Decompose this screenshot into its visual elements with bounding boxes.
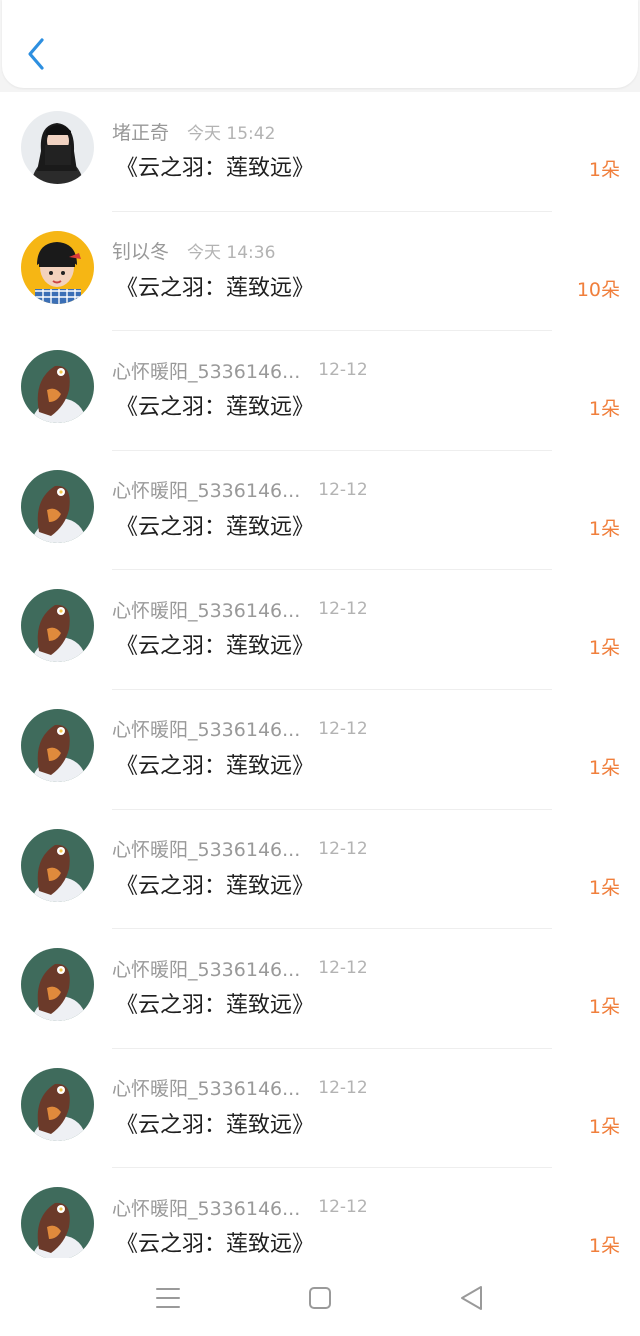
- user-name[interactable]: 心怀暖阳_5336146...: [112, 1074, 300, 1101]
- book-title: 《云之羽：莲致远》: [116, 514, 315, 540]
- book-title: 《云之羽：莲致远》: [116, 156, 315, 181]
- flower-count: 1朵: [588, 1235, 620, 1258]
- flower-count: 1朵: [588, 876, 620, 899]
- avatar-flower-girl-icon[interactable]: [21, 948, 94, 1022]
- list-item[interactable]: 心怀暖阳_5336146... 12-12 《云之羽：莲致远》 1朵: [0, 570, 640, 690]
- timestamp: 12-12: [318, 1197, 368, 1218]
- back-triangle-icon: [461, 1286, 482, 1310]
- book-title: 《云之羽：莲致远》: [116, 873, 315, 899]
- timestamp: 12-12: [318, 718, 368, 739]
- book-title: 《云之羽：莲致远》: [116, 1232, 315, 1258]
- user-name[interactable]: 心怀暖阳_5336146...: [112, 476, 300, 503]
- avatar-cartoon-icon[interactable]: [21, 230, 94, 304]
- timestamp: 12-12: [318, 479, 368, 500]
- list-item[interactable]: 心怀暖阳_5336146... 12-12 《云之羽：莲致远》 1朵: [0, 1049, 640, 1169]
- timestamp: 12-12: [318, 599, 368, 620]
- item-meta: 心怀暖阳_5336146... 12-12: [112, 477, 368, 503]
- home-button[interactable]: [304, 1282, 336, 1314]
- flower-count: 1朵: [588, 159, 620, 181]
- back-button[interactable]: [22, 34, 52, 74]
- user-name[interactable]: 心怀暖阳_5336146...: [112, 955, 300, 982]
- gift-list: 堵正奇 今天 15:42 《云之羽：莲致远》 1朵 钊以冬 今天 14:36 《…: [0, 92, 640, 1288]
- top-bar: [2, 0, 638, 88]
- flower-count: 1朵: [588, 1115, 620, 1138]
- flower-count: 10朵: [576, 278, 620, 301]
- item-meta: 堵正奇 今天 15:42: [112, 118, 275, 144]
- item-meta: 钊以冬 今天 14:36: [112, 238, 275, 264]
- user-name[interactable]: 心怀暖阳_5336146...: [112, 357, 300, 384]
- system-nav-bar: [0, 1258, 640, 1336]
- user-name[interactable]: 心怀暖阳_5336146...: [112, 1194, 300, 1221]
- user-name[interactable]: 心怀暖阳_5336146...: [112, 715, 300, 742]
- flower-count: 1朵: [588, 637, 620, 660]
- timestamp: 12-12: [318, 958, 368, 979]
- user-name[interactable]: 堵正奇: [112, 118, 169, 145]
- avatar-flower-girl-icon[interactable]: [21, 589, 94, 663]
- list-item[interactable]: 心怀暖阳_5336146... 12-12 《云之羽：莲致远》 1朵: [0, 690, 640, 810]
- list-item[interactable]: 心怀暖阳_5336146... 12-12 《云之羽：莲致远》 1朵: [0, 810, 640, 930]
- item-meta: 心怀暖阳_5336146... 12-12: [112, 836, 368, 862]
- item-meta: 心怀暖阳_5336146... 12-12: [112, 1075, 368, 1101]
- avatar-flower-girl-icon[interactable]: [21, 1067, 94, 1141]
- avatar-flower-girl-icon[interactable]: [21, 708, 94, 782]
- avatar-flower-girl-icon[interactable]: [21, 350, 94, 424]
- timestamp: 今天 14:36: [187, 243, 276, 264]
- flower-count: 1朵: [588, 398, 620, 421]
- list-item[interactable]: 心怀暖阳_5336146... 12-12 《云之羽：莲致远》 1朵: [0, 451, 640, 571]
- item-meta: 心怀暖阳_5336146... 12-12: [112, 955, 368, 981]
- item-meta: 心怀暖阳_5336146... 12-12: [112, 716, 368, 742]
- timestamp: 12-12: [318, 360, 368, 381]
- book-title: 《云之羽：莲致远》: [116, 395, 315, 421]
- home-square-icon: [309, 1287, 331, 1309]
- avatar-girl-icon[interactable]: [21, 111, 94, 184]
- flower-count: 1朵: [588, 996, 620, 1019]
- user-name[interactable]: 心怀暖阳_5336146...: [112, 835, 300, 862]
- book-title: 《云之羽：莲致远》: [116, 753, 315, 779]
- menu-button[interactable]: [152, 1282, 184, 1314]
- item-meta: 心怀暖阳_5336146... 12-12: [112, 357, 368, 383]
- avatar-flower-girl-icon[interactable]: [21, 1187, 94, 1261]
- chevron-left-icon: [28, 38, 44, 70]
- avatar-flower-girl-icon[interactable]: [21, 469, 94, 543]
- book-title: 《云之羽：莲致远》: [116, 993, 315, 1019]
- flower-count: 1朵: [588, 756, 620, 779]
- item-meta: 心怀暖阳_5336146... 12-12: [112, 1194, 368, 1220]
- menu-icon: [156, 1288, 180, 1308]
- nav-back-button[interactable]: [456, 1282, 488, 1314]
- avatar-flower-girl-icon[interactable]: [21, 828, 94, 902]
- user-name[interactable]: 心怀暖阳_5336146...: [112, 596, 300, 623]
- list-item[interactable]: 堵正奇 今天 15:42 《云之羽：莲致远》 1朵: [0, 92, 640, 212]
- user-name[interactable]: 钊以冬: [112, 237, 169, 264]
- book-title: 《云之羽：莲致远》: [116, 634, 315, 660]
- book-title: 《云之羽：莲致远》: [116, 1112, 315, 1138]
- timestamp: 今天 15:42: [187, 123, 276, 144]
- flower-count: 1朵: [588, 517, 620, 540]
- list-item[interactable]: 心怀暖阳_5336146... 12-12 《云之羽：莲致远》 1朵: [0, 331, 640, 451]
- list-item[interactable]: 心怀暖阳_5336146... 12-12 《云之羽：莲致远》 1朵: [0, 929, 640, 1049]
- timestamp: 12-12: [318, 838, 368, 859]
- list-item[interactable]: 钊以冬 今天 14:36 《云之羽：莲致远》 10朵: [0, 212, 640, 332]
- item-meta: 心怀暖阳_5336146... 12-12: [112, 596, 368, 622]
- timestamp: 12-12: [318, 1077, 368, 1098]
- book-title: 《云之羽：莲致远》: [116, 275, 315, 301]
